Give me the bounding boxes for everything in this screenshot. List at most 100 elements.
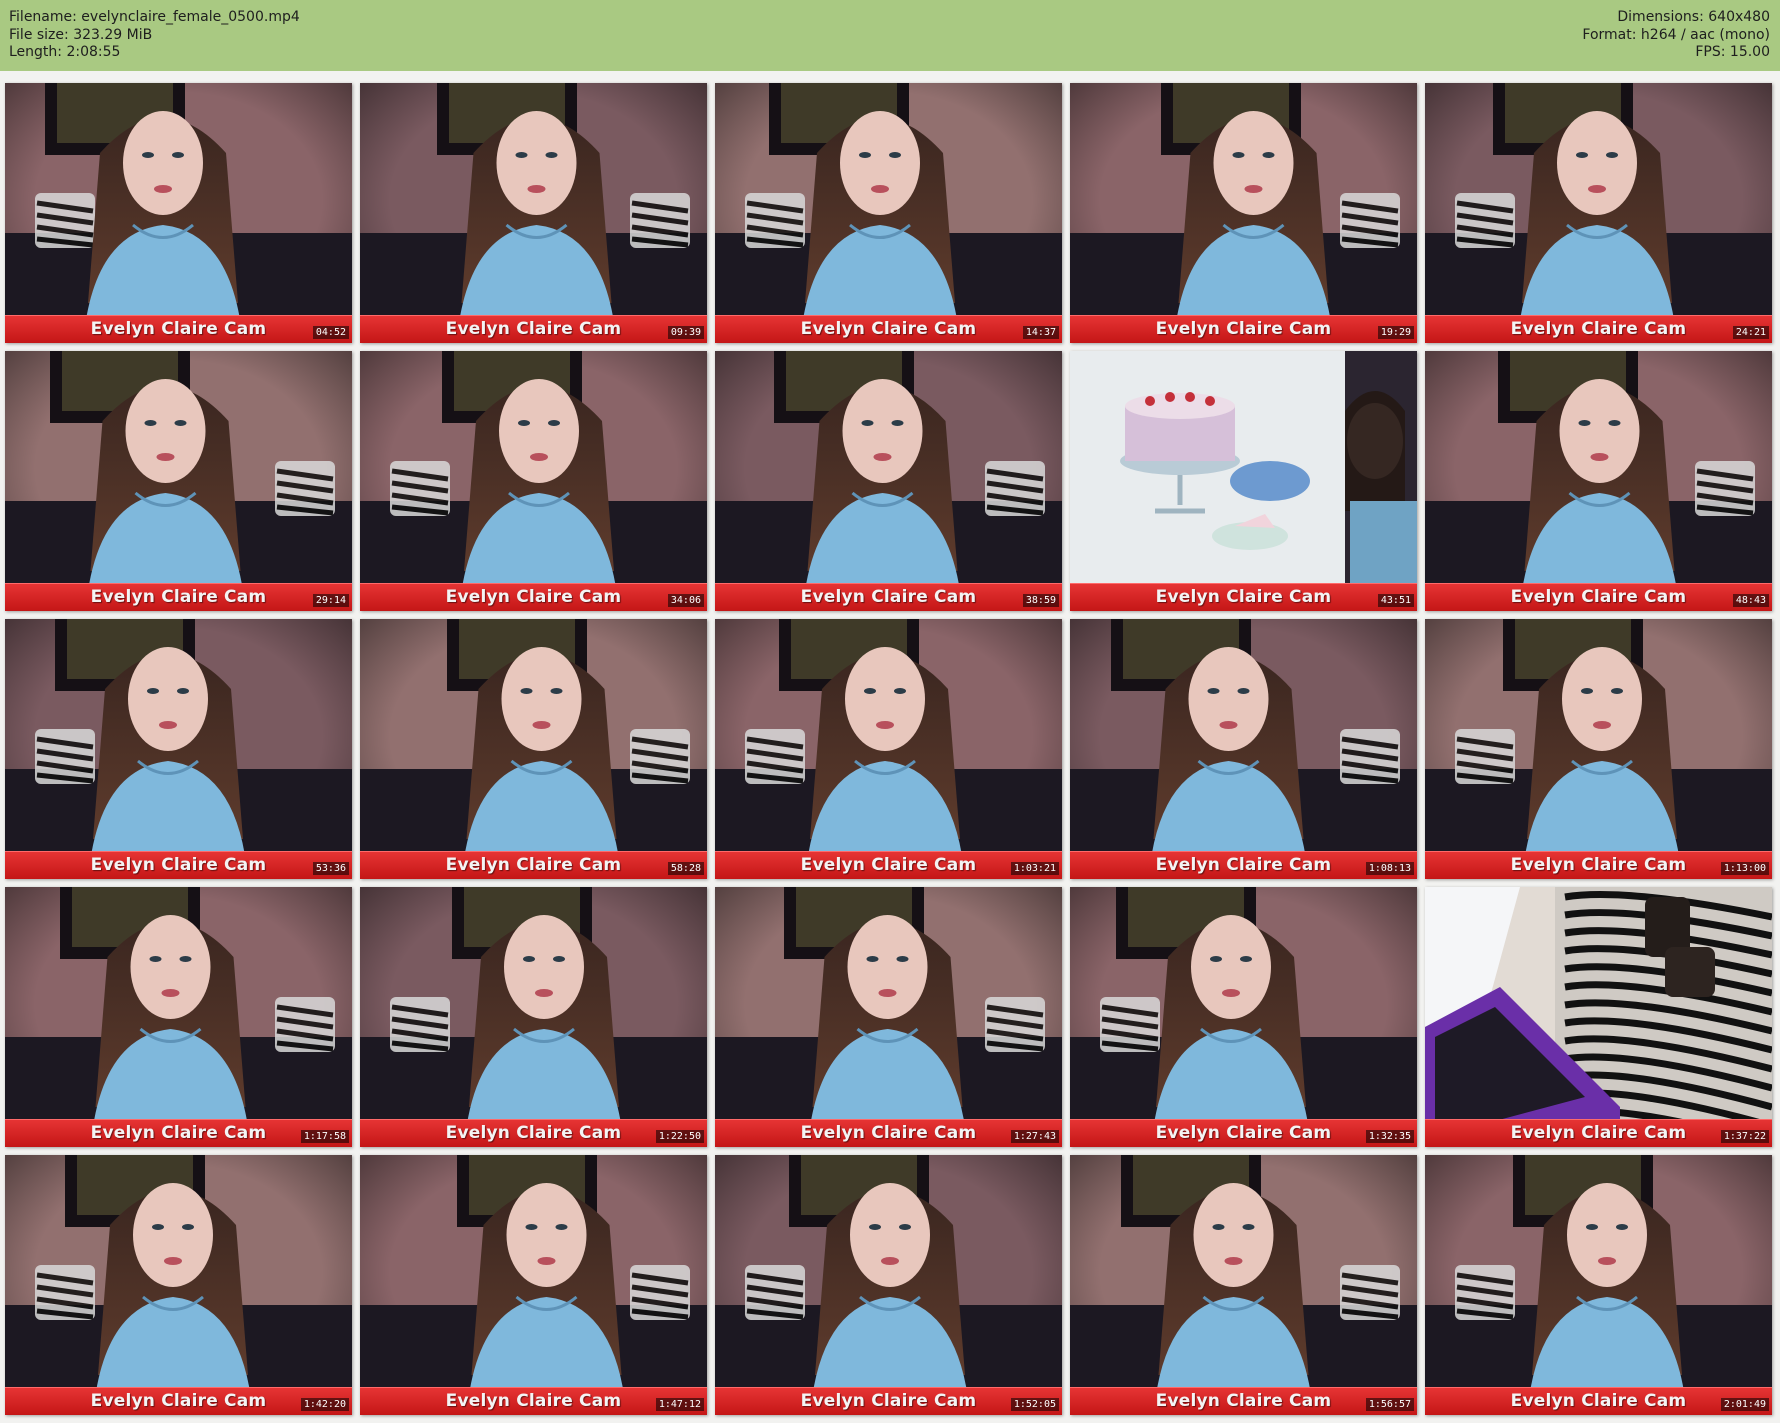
caption-title: Evelyn Claire Cam: [800, 319, 977, 339]
caption-title: Evelyn Claire Cam: [1155, 587, 1332, 607]
thumbnail-timestamp: 1:08:13: [1365, 862, 1414, 875]
thumbnail-timestamp: 14:37: [1022, 326, 1059, 339]
caption-bar: Evelyn Claire Cam 53:36: [5, 851, 352, 879]
video-thumbnail: Evelyn Claire Cam 1:13:00: [1425, 619, 1772, 879]
video-thumbnail: Evelyn Claire Cam 09:39: [360, 83, 707, 343]
video-thumbnail: Evelyn Claire Cam 04:52: [5, 83, 352, 343]
caption-bar: Evelyn Claire Cam 1:03:21: [715, 851, 1062, 879]
caption-bar: Evelyn Claire Cam 24:21: [1425, 315, 1772, 343]
video-thumbnail: Evelyn Claire Cam 43:51: [1070, 351, 1417, 611]
video-thumbnail: Evelyn Claire Cam 24:21: [1425, 83, 1772, 343]
thumbnail-frame-image: [1425, 887, 1772, 1147]
caption-bar: Evelyn Claire Cam 14:37: [715, 315, 1062, 343]
thumbnail-timestamp: 1:52:05: [1010, 1398, 1059, 1411]
media-info: Dimensions: 640x480 Format: h264 / aac (…: [1582, 9, 1770, 62]
caption-bar: Evelyn Claire Cam 2:01:49: [1425, 1387, 1772, 1415]
caption-bar: Evelyn Claire Cam 1:13:00: [1425, 851, 1772, 879]
caption-bar: Evelyn Claire Cam 1:42:20: [5, 1387, 352, 1415]
thumbnail-frame-image: [5, 1155, 352, 1415]
thumbnail-frame-image: [360, 1155, 707, 1415]
info-header: Filename: evelynclaire_female_0500.mp4 F…: [0, 0, 1780, 71]
thumbnail-timestamp: 1:42:20: [300, 1398, 349, 1411]
thumbnail-timestamp: 53:36: [312, 862, 349, 875]
thumbnail-frame-image: [1425, 619, 1772, 879]
caption-bar: Evelyn Claire Cam 34:06: [360, 583, 707, 611]
video-thumbnail: Evelyn Claire Cam 19:29: [1070, 83, 1417, 343]
dimensions-text: Dimensions: 640x480: [1617, 9, 1770, 25]
video-thumbnail: Evelyn Claire Cam 1:17:58: [5, 887, 352, 1147]
thumbnail-frame-image: [1070, 887, 1417, 1147]
caption-bar: Evelyn Claire Cam 29:14: [5, 583, 352, 611]
thumbnail-timestamp: 24:21: [1732, 326, 1769, 339]
video-thumbnail: Evelyn Claire Cam 1:08:13: [1070, 619, 1417, 879]
thumbnail-frame-image: [5, 351, 352, 611]
caption-title: Evelyn Claire Cam: [445, 587, 622, 607]
thumbnail-frame-image: [1070, 1155, 1417, 1415]
thumbnail-timestamp: 1:37:22: [1720, 1130, 1769, 1143]
fps-text: FPS: 15.00: [1695, 44, 1770, 60]
caption-title: Evelyn Claire Cam: [800, 587, 977, 607]
thumbnail-frame-image: [360, 83, 707, 343]
thumbnail-frame-image: [360, 619, 707, 879]
thumbnail-frame-image: [360, 887, 707, 1147]
caption-bar: Evelyn Claire Cam 43:51: [1070, 583, 1417, 611]
thumbnail-timestamp: 48:43: [1732, 594, 1769, 607]
caption-bar: Evelyn Claire Cam 1:17:58: [5, 1119, 352, 1147]
video-thumbnail: Evelyn Claire Cam 1:52:05: [715, 1155, 1062, 1415]
caption-title: Evelyn Claire Cam: [445, 855, 622, 875]
caption-bar: Evelyn Claire Cam 09:39: [360, 315, 707, 343]
thumbnail-frame-image: [5, 83, 352, 343]
thumbnail-frame-image: [715, 887, 1062, 1147]
caption-bar: Evelyn Claire Cam 1:56:57: [1070, 1387, 1417, 1415]
caption-title: Evelyn Claire Cam: [1510, 587, 1687, 607]
video-thumbnail: Evelyn Claire Cam 1:03:21: [715, 619, 1062, 879]
caption-title: Evelyn Claire Cam: [90, 855, 267, 875]
video-thumbnail: Evelyn Claire Cam 29:14: [5, 351, 352, 611]
caption-bar: Evelyn Claire Cam 38:59: [715, 583, 1062, 611]
length-text: Length: 2:08:55: [9, 44, 121, 60]
file-info: Filename: evelynclaire_female_0500.mp4 F…: [9, 9, 300, 62]
thumbnail-frame-image: [360, 351, 707, 611]
thumbnail-frame-image: [715, 351, 1062, 611]
caption-title: Evelyn Claire Cam: [90, 587, 267, 607]
thumbnail-frame-image: [1425, 83, 1772, 343]
video-thumbnail: Evelyn Claire Cam 53:36: [5, 619, 352, 879]
thumbnail-timestamp: 58:28: [667, 862, 704, 875]
thumbnail-frame-image: [1070, 83, 1417, 343]
video-thumbnail: Evelyn Claire Cam 1:56:57: [1070, 1155, 1417, 1415]
caption-bar: Evelyn Claire Cam 48:43: [1425, 583, 1772, 611]
thumbnail-timestamp: 29:14: [312, 594, 349, 607]
caption-bar: Evelyn Claire Cam 58:28: [360, 851, 707, 879]
thumbnail-frame-image: [5, 887, 352, 1147]
caption-bar: Evelyn Claire Cam 1:08:13: [1070, 851, 1417, 879]
format-text: Format: h264 / aac (mono): [1582, 26, 1770, 43]
video-thumbnail: Evelyn Claire Cam 1:32:35: [1070, 887, 1417, 1147]
caption-bar: Evelyn Claire Cam 1:32:35: [1070, 1119, 1417, 1147]
thumbnail-frame-image: [1425, 351, 1772, 611]
thumbnail-timestamp: 09:39: [667, 326, 704, 339]
thumbnail-timestamp: 43:51: [1377, 594, 1414, 607]
thumbnail-timestamp: 1:22:50: [655, 1130, 704, 1143]
filename-text: Filename: evelynclaire_female_0500.mp4: [9, 9, 300, 25]
thumbnail-timestamp: 19:29: [1377, 326, 1414, 339]
thumbnail-frame-image: [1425, 1155, 1772, 1415]
video-thumbnail: Evelyn Claire Cam 38:59: [715, 351, 1062, 611]
video-thumbnail: Evelyn Claire Cam 14:37: [715, 83, 1062, 343]
caption-bar: Evelyn Claire Cam 1:52:05: [715, 1387, 1062, 1415]
caption-bar: Evelyn Claire Cam 1:47:12: [360, 1387, 707, 1415]
caption-title: Evelyn Claire Cam: [90, 319, 267, 339]
thumbnail-timestamp: 04:52: [312, 326, 349, 339]
thumbnail-frame-image: [1070, 619, 1417, 879]
thumbnail-timestamp: 34:06: [667, 594, 704, 607]
caption-bar: Evelyn Claire Cam 19:29: [1070, 315, 1417, 343]
video-thumbnail: Evelyn Claire Cam 58:28: [360, 619, 707, 879]
caption-bar: Evelyn Claire Cam 1:37:22: [1425, 1119, 1772, 1147]
caption-bar: Evelyn Claire Cam 1:27:43: [715, 1119, 1062, 1147]
video-thumbnail: Evelyn Claire Cam 1:37:22: [1425, 887, 1772, 1147]
thumbnail-frame-image: [715, 83, 1062, 343]
video-thumbnail: Evelyn Claire Cam 1:27:43: [715, 887, 1062, 1147]
video-thumbnail: Evelyn Claire Cam 1:47:12: [360, 1155, 707, 1415]
thumbnail-timestamp: 1:13:00: [1720, 862, 1769, 875]
thumbnail-timestamp: 1:47:12: [655, 1398, 704, 1411]
video-thumbnail: Evelyn Claire Cam 34:06: [360, 351, 707, 611]
